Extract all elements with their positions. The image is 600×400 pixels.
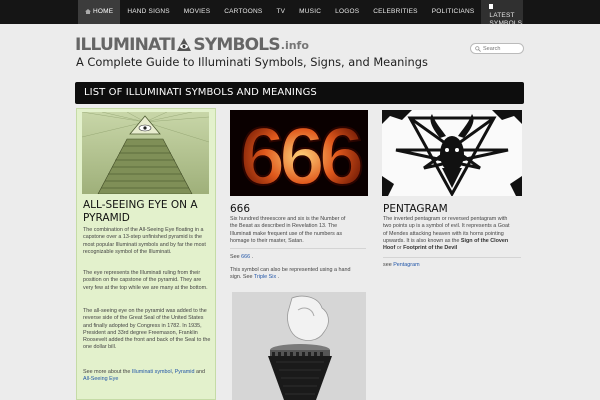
card-666-see-dot: .	[251, 254, 254, 260]
pentagram-see: see Pentagram	[383, 262, 521, 269]
link-pentagram[interactable]: Pentagram	[393, 262, 419, 268]
link-666[interactable]: 666	[241, 254, 250, 260]
tag-footprint-devil: Footprint of the Devil	[403, 245, 458, 252]
flag-icon	[489, 4, 494, 9]
section-title-bar: LIST OF ILLUMINATI SYMBOLS AND MEANINGS	[75, 82, 524, 104]
see-more-and: and	[195, 369, 205, 375]
nav-latest-label: LATEST SYMBOLS	[489, 12, 523, 27]
pentagram-title[interactable]: PENTAGRAM	[383, 203, 448, 215]
logo-text-symbols: SYMBOLS	[193, 35, 280, 55]
card-666-title[interactable]: 666	[230, 203, 250, 215]
nav-item-logos[interactable]: LOGOS	[328, 0, 366, 24]
divider	[383, 257, 521, 258]
card-666-p2-dot: .	[277, 274, 280, 281]
nav-menu: HOME HAND SIGNS MOVIES CARTOONS TV MUSIC…	[78, 0, 524, 27]
featured-paragraph-1: The combination of the All-Seeing Eye fl…	[83, 227, 206, 255]
logo-text-illuminati: ILLUMINATI	[75, 35, 176, 55]
card-666-paragraph-2: This symbol can also be represented usin…	[230, 267, 360, 282]
featured-card-title[interactable]: ALL-SEEING EYE ON A PYRAMID	[83, 199, 211, 225]
search-box	[470, 43, 524, 54]
site-tagline: A Complete Guide to Illuminati Symbols, …	[76, 55, 428, 69]
eye-icon	[177, 38, 192, 51]
nav-item-celebrities[interactable]: CELEBRITIES	[366, 0, 424, 24]
pentagram-paragraph: The inverted pentagram or reversed penta…	[383, 216, 515, 252]
nav-item-home[interactable]: HOME	[78, 0, 121, 24]
card-666-p2-text: This symbol can also be represented usin…	[230, 267, 351, 281]
logo-tld: .info	[280, 38, 309, 52]
see-more-text: See more about the	[83, 369, 131, 375]
link-all-seeing-eye[interactable]: All-Seeing Eye	[83, 376, 118, 382]
nav-item-hand-signs[interactable]: HAND SIGNS	[120, 0, 176, 24]
nav-item-tv[interactable]: TV	[269, 0, 292, 24]
nav-item-music[interactable]: MUSIC	[292, 0, 328, 24]
nav-item-cartoons[interactable]: CARTOONS	[217, 0, 269, 24]
link-illuminati-symbol[interactable]: Illuminati symbol	[132, 369, 172, 375]
statue-of-liberty-image[interactable]	[232, 292, 366, 400]
card-666-see-text: See	[230, 254, 240, 260]
link-pyramid[interactable]: Pyramid	[175, 369, 195, 375]
nav-home-label: HOME	[93, 8, 114, 15]
card-666-paragraph-1: Six hundred threescore and six is the Nu…	[230, 216, 346, 244]
pentagram-see-text: see	[383, 262, 392, 268]
site-logo[interactable]: ILLUMINATI SYMBOLS .info	[75, 35, 309, 55]
search-icon	[475, 46, 481, 52]
section-title: LIST OF ILLUMINATI SYMBOLS AND MEANINGS	[84, 87, 317, 98]
search-input[interactable]	[483, 45, 521, 53]
divider	[230, 248, 366, 249]
featured-paragraph-2: The eye represents the Illuminati ruling…	[83, 270, 208, 291]
nav-item-politicians[interactable]: POLITICIANS	[425, 0, 482, 24]
card-666-see: See 666 .	[230, 254, 366, 261]
pentagram-image[interactable]	[382, 110, 522, 196]
featured-paragraph-3: The all-seeing eye on the pyramid was ad…	[83, 308, 211, 351]
featured-see-more: See more about the Illuminati symbol, Py…	[83, 369, 211, 384]
see-more-comma: ,	[171, 369, 174, 375]
image-666[interactable]: 666	[230, 110, 368, 196]
top-navigation-bar: HOME HAND SIGNS MOVIES CARTOONS TV MUSIC…	[0, 0, 600, 27]
nav-item-latest-symbols[interactable]: LATEST SYMBOLS	[481, 0, 524, 27]
home-icon	[85, 8, 91, 14]
pentagram-or: or	[396, 245, 402, 252]
nav-item-movies[interactable]: MOVIES	[177, 0, 217, 24]
pyramid-eye-image[interactable]	[82, 112, 209, 194]
image-666-digits: 666	[240, 111, 362, 196]
link-triple-six[interactable]: Triple Six	[254, 274, 276, 280]
